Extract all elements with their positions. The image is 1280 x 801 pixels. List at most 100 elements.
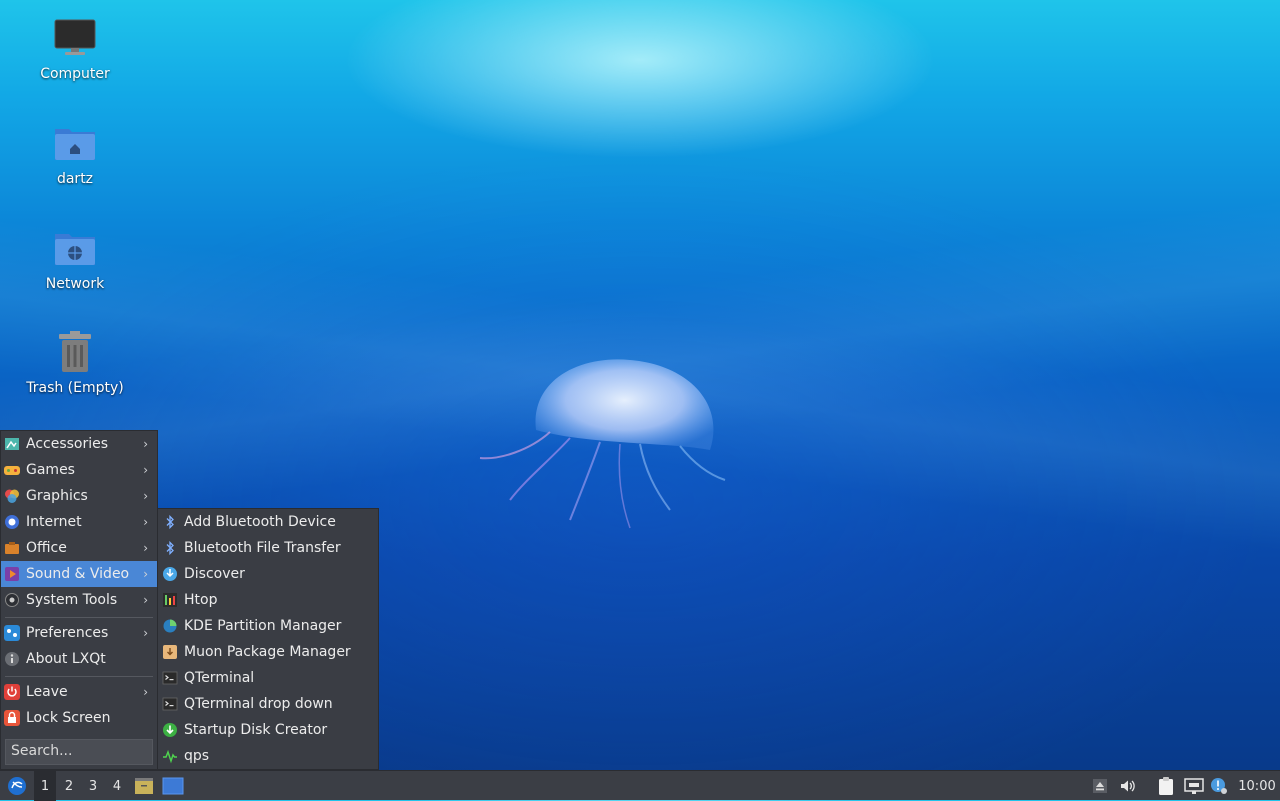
menu-item-label: System Tools	[26, 592, 118, 608]
chevron-right-icon: ›	[143, 515, 148, 529]
accessories-icon	[3, 436, 20, 453]
submenu-item-muon-package-manager[interactable]: Muon Package Manager	[158, 639, 378, 665]
internet-icon	[3, 514, 20, 531]
menu-item-internet[interactable]: Internet ›	[1, 509, 157, 535]
volume-icon	[1121, 780, 1135, 792]
submenu-item-bluetooth-file-transfer[interactable]: Bluetooth File Transfer	[158, 535, 378, 561]
office-icon	[3, 540, 20, 557]
chevron-right-icon: ›	[143, 626, 148, 640]
desktop-icon-label: Network	[45, 276, 105, 292]
menu-item-label: Leave	[26, 684, 68, 700]
network-folder-icon	[53, 226, 97, 270]
desktop-icon	[162, 777, 184, 795]
desktop-icon-label: Trash (Empty)	[26, 380, 124, 396]
desktop-icon-network[interactable]: Network	[20, 226, 130, 292]
desktop-icon-label: Computer	[40, 66, 110, 82]
chevron-right-icon: ›	[143, 437, 148, 451]
terminal-icon	[161, 670, 178, 687]
submenu-item-label: QTerminal	[184, 670, 255, 686]
tray-eject-button[interactable]	[1090, 771, 1110, 801]
submenu-item-label: Htop	[184, 592, 218, 608]
chevron-right-icon: ›	[143, 593, 148, 607]
menu-item-preferences[interactable]: Preferences ›	[1, 620, 157, 646]
trash-icon	[53, 330, 97, 374]
partition-manager-icon	[161, 618, 178, 635]
menu-item-games[interactable]: Games ›	[1, 457, 157, 483]
desktop-icon-computer[interactable]: Computer	[20, 16, 130, 82]
chevron-right-icon: ›	[143, 685, 148, 699]
menu-item-lock-screen[interactable]: Lock Screen	[1, 705, 157, 731]
menu-item-about-lxqt[interactable]: About LXQt	[1, 646, 157, 672]
file-manager-icon	[135, 778, 153, 794]
workspace-3-button[interactable]: 3	[82, 771, 104, 801]
taskbar: 1 2 3 4 10:00	[0, 770, 1280, 801]
submenu-item-qterminal[interactable]: QTerminal	[158, 665, 378, 691]
info-icon	[3, 651, 20, 668]
submenu-item-startup-disk-creator[interactable]: Startup Disk Creator	[158, 717, 378, 743]
menu-separator	[5, 617, 153, 618]
submenu-item-label: Muon Package Manager	[184, 644, 351, 660]
network-status-button[interactable]	[1182, 771, 1206, 801]
submenu-item-label: QTerminal drop down	[184, 696, 333, 712]
file-manager-launcher[interactable]	[132, 771, 156, 801]
notification-icon	[1211, 778, 1227, 794]
desktop-icon-label: dartz	[56, 171, 94, 187]
sound-video-submenu: Add Bluetooth Device Bluetooth File Tran…	[157, 508, 379, 770]
menu-item-label: Graphics	[26, 488, 88, 504]
desktop-icon-home[interactable]: dartz	[20, 121, 130, 187]
submenu-item-qterminal-drop-down[interactable]: QTerminal drop down	[158, 691, 378, 717]
package-manager-icon	[161, 644, 178, 661]
menu-item-graphics[interactable]: Graphics ›	[1, 483, 157, 509]
system-tools-icon	[3, 592, 20, 609]
application-menu: Accessories › Games › Graphics › Interne…	[0, 430, 158, 770]
menu-item-system-tools[interactable]: System Tools ›	[1, 587, 157, 613]
menu-item-label: About LXQt	[26, 651, 106, 667]
start-menu-button[interactable]	[4, 771, 30, 801]
monitor-icon	[53, 16, 97, 60]
submenu-item-qps[interactable]: qps	[158, 743, 378, 769]
eject-icon	[1093, 779, 1107, 793]
network-wired-icon	[1184, 778, 1204, 794]
workspace-4-button[interactable]: 4	[106, 771, 128, 801]
terminal-icon	[161, 696, 178, 713]
games-icon	[3, 462, 20, 479]
submenu-item-htop[interactable]: Htop	[158, 587, 378, 613]
chevron-right-icon: ›	[143, 567, 148, 581]
workspace-1-button[interactable]: 1	[34, 771, 56, 801]
menu-search-input[interactable]: Search...	[5, 739, 153, 765]
menu-item-leave[interactable]: Leave ›	[1, 679, 157, 705]
bluetooth-icon	[161, 514, 178, 531]
discover-icon	[161, 566, 178, 583]
menu-item-label: Accessories	[26, 436, 109, 452]
update-notifier-button[interactable]	[1208, 771, 1230, 801]
chevron-right-icon: ›	[143, 489, 148, 503]
bluetooth-icon	[161, 540, 178, 557]
chevron-right-icon: ›	[143, 541, 148, 555]
qps-icon	[161, 748, 178, 765]
lock-icon	[3, 710, 20, 727]
home-folder-icon	[53, 121, 97, 165]
lubuntu-logo-icon	[8, 777, 26, 795]
submenu-item-add-bluetooth-device[interactable]: Add Bluetooth Device	[158, 509, 378, 535]
menu-item-sound-video[interactable]: Sound & Video ›	[1, 561, 157, 587]
show-desktop-button[interactable]	[160, 771, 186, 801]
menu-separator	[5, 676, 153, 677]
preferences-icon	[3, 625, 20, 642]
startup-disk-icon	[161, 722, 178, 739]
submenu-item-label: KDE Partition Manager	[184, 618, 342, 634]
desktop-icon-trash[interactable]: Trash (Empty)	[20, 330, 130, 396]
menu-item-label: Lock Screen	[26, 710, 111, 726]
volume-button[interactable]	[1117, 771, 1139, 801]
clipboard-icon	[1159, 777, 1173, 795]
workspace-2-button[interactable]: 2	[58, 771, 80, 801]
submenu-item-label: Bluetooth File Transfer	[184, 540, 341, 556]
menu-item-office[interactable]: Office ›	[1, 535, 157, 561]
graphics-icon	[3, 488, 20, 505]
menu-item-label: Sound & Video	[26, 566, 130, 582]
menu-item-accessories[interactable]: Accessories ›	[1, 431, 157, 457]
clock[interactable]: 10:00	[1236, 771, 1278, 801]
submenu-item-label: Add Bluetooth Device	[184, 514, 336, 530]
tray-clipboard-button[interactable]	[1155, 771, 1177, 801]
submenu-item-kde-partition-manager[interactable]: KDE Partition Manager	[158, 613, 378, 639]
submenu-item-discover[interactable]: Discover	[158, 561, 378, 587]
